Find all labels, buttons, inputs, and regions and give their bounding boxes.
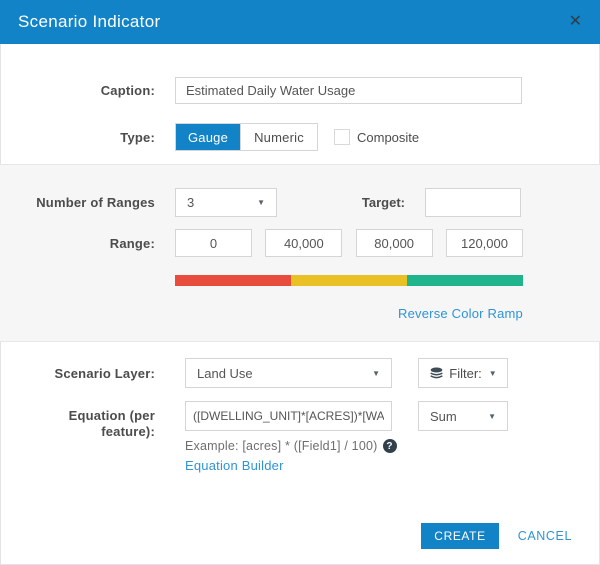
scenario-layer-label: Scenario Layer: — [0, 366, 155, 381]
range-input-4[interactable] — [446, 229, 523, 257]
number-of-ranges-value: 3 — [187, 195, 194, 210]
range-inputs — [175, 229, 523, 257]
color-ramp — [175, 275, 523, 286]
range-row: Range: — [0, 229, 600, 257]
filter-dropdown[interactable]: Filter: ▼ — [418, 358, 508, 388]
range-input-3[interactable] — [356, 229, 433, 257]
caption-input[interactable] — [175, 77, 522, 104]
composite-checkbox[interactable] — [334, 129, 350, 145]
aggregation-value: Sum — [430, 409, 457, 424]
equation-input[interactable] — [185, 401, 392, 431]
type-label: Type: — [0, 130, 155, 145]
type-toggle: Gauge Numeric — [175, 123, 318, 151]
number-of-ranges-dropdown[interactable]: 3 ▼ — [175, 188, 277, 217]
type-row: Type: Gauge Numeric Composite — [0, 123, 600, 151]
close-icon[interactable]: ✕ — [569, 14, 582, 30]
caption-row: Caption: — [0, 77, 600, 104]
filter-label: Filter: — [449, 366, 482, 381]
cancel-button[interactable]: CANCEL — [518, 529, 572, 543]
scenario-layer-dropdown[interactable]: Land Use ▼ — [185, 358, 392, 388]
equation-label: Equation (perfeature): — [0, 401, 155, 441]
reverse-color-ramp-link[interactable]: Reverse Color Ramp — [398, 306, 523, 321]
equation-row: Equation (perfeature): Sum ▼ Example: [a… — [0, 401, 600, 475]
scenario-layer-value: Land Use — [197, 366, 253, 381]
color-ramp-green-segment — [407, 275, 523, 286]
equation-builder-link[interactable]: Equation Builder — [185, 458, 284, 473]
range-input-1[interactable] — [175, 229, 252, 257]
chevron-down-icon: ▼ — [488, 412, 496, 421]
scenario-layer-row: Scenario Layer: Land Use ▼ Filter: ▼ — [0, 358, 600, 388]
aggregation-dropdown[interactable]: Sum ▼ — [418, 401, 508, 431]
equation-example: Example: [acres] * ([Field1] / 100) ? — [185, 439, 508, 453]
dialog-title: Scenario Indicator — [18, 12, 569, 32]
help-icon[interactable]: ? — [383, 439, 397, 453]
dialog-footer: CREATE CANCEL — [0, 523, 600, 549]
scenario-indicator-dialog: Scenario Indicator ✕ Caption: Type: Gaug… — [0, 0, 600, 565]
create-button[interactable]: CREATE — [421, 523, 498, 549]
range-label: Range: — [0, 236, 155, 251]
number-of-ranges-row: Number of Ranges 3 ▼ Target: — [0, 188, 600, 217]
color-ramp-red-segment — [175, 275, 291, 286]
type-numeric-button[interactable]: Numeric — [240, 124, 317, 150]
dialog-header: Scenario Indicator ✕ — [0, 0, 600, 44]
caption-label: Caption: — [0, 83, 155, 98]
range-input-2[interactable] — [265, 229, 342, 257]
target-input[interactable] — [425, 188, 521, 217]
layers-icon — [429, 367, 444, 380]
equation-main: Sum ▼ Example: [acres] * ([Field1] / 100… — [185, 401, 508, 475]
equation-example-text: Example: [acres] * ([Field1] / 100) — [185, 439, 378, 453]
number-of-ranges-label: Number of Ranges — [0, 195, 155, 210]
ranges-panel: Number of Ranges 3 ▼ Target: Range: Reve… — [0, 164, 600, 342]
color-ramp-yellow-segment — [291, 275, 407, 286]
chevron-down-icon: ▼ — [372, 369, 380, 378]
composite-label: Composite — [357, 130, 419, 145]
target-label: Target: — [277, 195, 405, 210]
reverse-row: Reverse Color Ramp — [175, 305, 523, 323]
chevron-down-icon: ▼ — [257, 198, 265, 207]
chevron-down-icon: ▼ — [489, 369, 497, 378]
type-gauge-button[interactable]: Gauge — [176, 124, 240, 150]
